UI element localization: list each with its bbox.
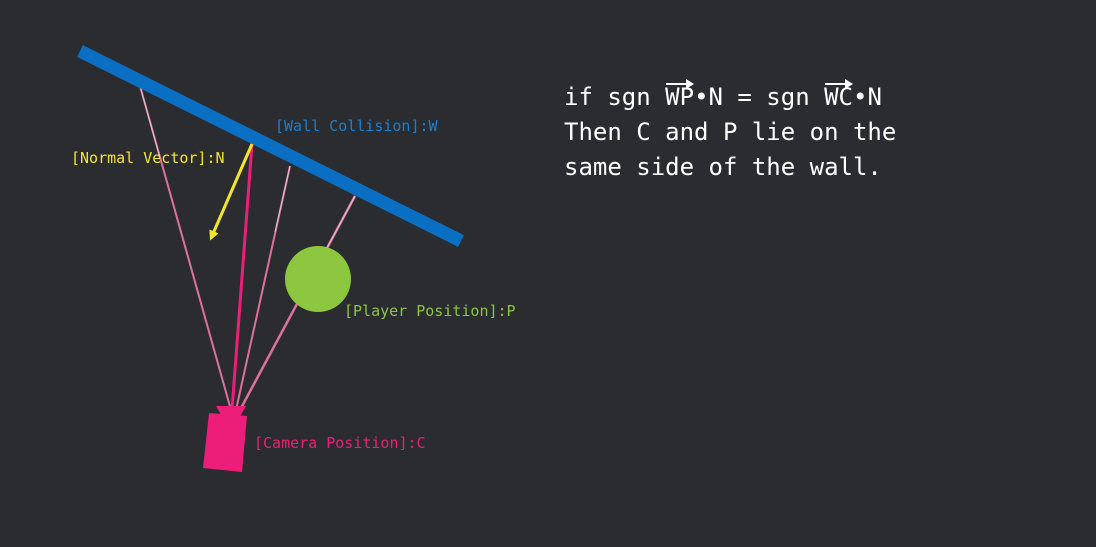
- vector-wc: WC: [824, 79, 853, 115]
- formula-line-2: Then C and P lie on the: [564, 118, 897, 146]
- wall-label: [Wall Collision]:W: [275, 117, 439, 135]
- wall-collision-line: [77, 45, 464, 247]
- thin-ray-left-upper: [139, 85, 161, 159]
- formula-line-3: same side of the wall.: [564, 153, 882, 181]
- thin-ray-mid-upper: [274, 165, 291, 233]
- formula-if: if sgn: [564, 83, 666, 111]
- formula-dot-n: •N: [853, 83, 882, 111]
- thin-ray-right-upper: [326, 195, 356, 249]
- diagram-canvas: [Wall Collision]:W [Normal Vector]:N [Pl…: [0, 0, 1096, 547]
- player-label: [Player Position]:P: [344, 302, 516, 320]
- camera-label: [Camera Position]:C: [254, 434, 426, 452]
- vector-wp: WP: [665, 79, 694, 115]
- camera-icon: [203, 406, 247, 472]
- formula-text: if sgn WP•N = sgn WC•N Then C and P lie …: [564, 79, 1064, 185]
- normal-label: [Normal Vector]:N: [71, 149, 225, 167]
- player-circle: [285, 246, 351, 312]
- formula-eq: •N = sgn: [694, 83, 825, 111]
